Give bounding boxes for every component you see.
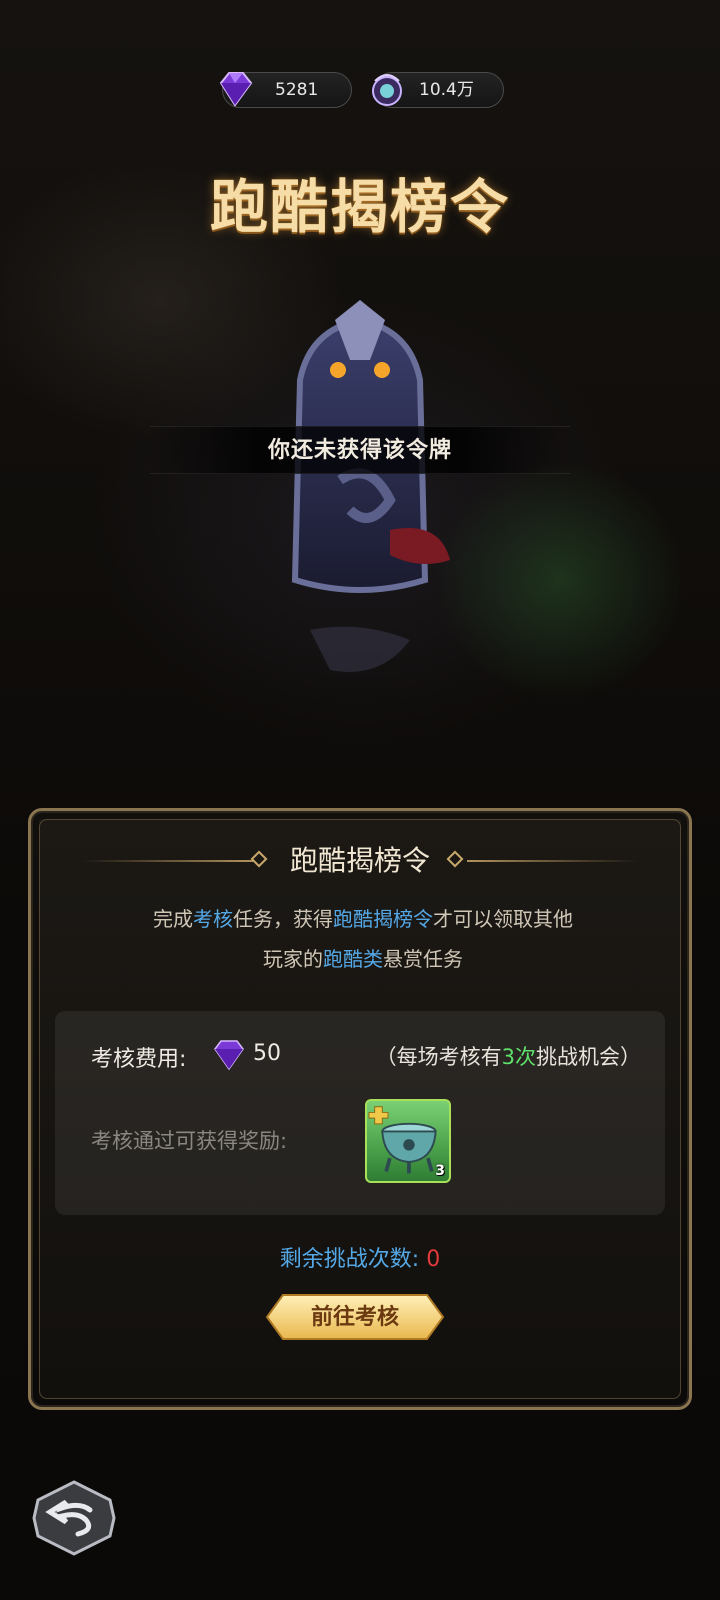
page-title: 跑酷揭榜令 — [209, 173, 510, 241]
spirit-orb-icon — [372, 74, 402, 106]
cost-label: 考核费用: — [91, 1047, 187, 1072]
desc-highlight: 跑酷揭榜令 — [333, 907, 433, 931]
remaining-attempts: 剩余挑战次数: 0 — [31, 1241, 689, 1273]
challenge-panel: 跑酷揭榜令 完成考核任务，获得跑酷揭榜令才可以领取其他 玩家的跑酷类悬赏任务 考… — [28, 808, 692, 1410]
exam-info-box: 考核费用: 50 （每场考核有3次挑战机会） 考核通过可获得奖励: 3 — [55, 1011, 665, 1215]
reward-item-tripod-cauldron[interactable]: 3 — [365, 1099, 451, 1183]
purple-gem-icon — [219, 72, 253, 107]
title-divider-right — [467, 860, 637, 862]
orb-currency-display[interactable]: 10.4万 — [372, 72, 504, 108]
remaining-label: 剩余挑战次数: — [279, 1247, 420, 1272]
desc-highlight: 跑酷类 — [323, 947, 383, 971]
purple-gem-icon — [214, 1040, 244, 1071]
gem-count: 5281 — [275, 80, 319, 100]
desc-text: 完成 — [153, 907, 193, 931]
token-emblem-image — [291, 300, 450, 672]
desc-text: 任务，获得 — [233, 907, 333, 931]
chances-prefix: （每场考核有 — [375, 1045, 502, 1069]
remaining-value: 0 — [426, 1247, 441, 1272]
reward-count: 3 — [435, 1163, 445, 1179]
panel-title-row: 跑酷揭榜令 — [31, 841, 689, 881]
token-status-banner: 你还未获得该令牌 — [150, 426, 570, 474]
chances-note: （每场考核有3次挑战机会） — [376, 1041, 641, 1071]
go-to-exam-button[interactable]: 前往考核 — [265, 1293, 445, 1341]
panel-description: 完成考核任务，获得跑酷揭榜令才可以领取其他 玩家的跑酷类悬赏任务 — [71, 899, 655, 979]
desc-highlight: 考核 — [193, 907, 233, 931]
desc-text: 悬赏任务 — [383, 947, 463, 971]
chances-suffix: 挑战机会） — [536, 1045, 641, 1069]
chances-count: 3次 — [501, 1045, 536, 1069]
go-to-exam-label: 前往考核 — [310, 1304, 399, 1330]
desc-text: 玩家的 — [263, 947, 323, 971]
reward-label: 考核通过可获得奖励: — [91, 1129, 288, 1153]
token-status-text: 你还未获得该令牌 — [267, 437, 452, 463]
orb-count: 10.4万 — [419, 80, 474, 100]
back-button[interactable] — [32, 1480, 116, 1556]
cost-value: 50 — [253, 1041, 281, 1066]
desc-text: 才可以领取其他 — [433, 907, 573, 931]
gem-currency-display[interactable]: 5281 — [219, 72, 352, 108]
